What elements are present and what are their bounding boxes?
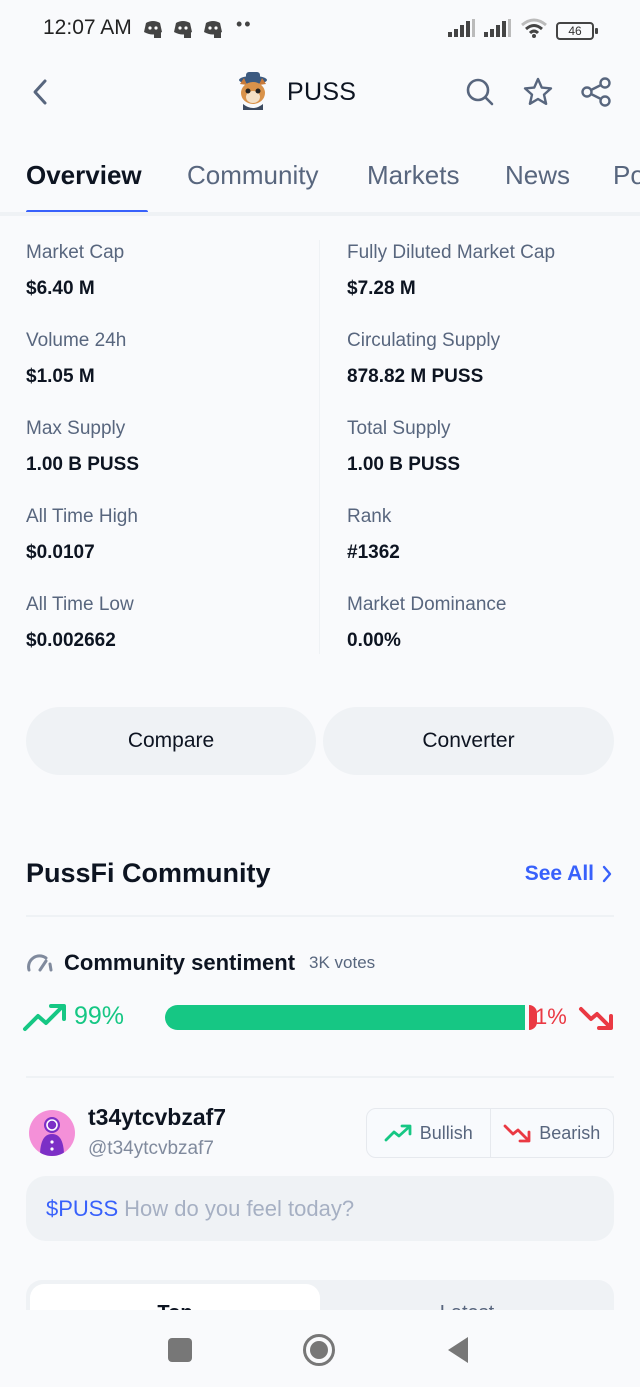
discord-icon (203, 20, 223, 38)
stat-rank: Rank #1362 (347, 506, 400, 564)
stat-label: Circulating Supply (347, 330, 501, 351)
divider (26, 915, 614, 917)
stat-label: Market Cap (26, 242, 125, 263)
system-back-button[interactable] (438, 1332, 478, 1368)
bearish-button[interactable]: Bearish (489, 1109, 614, 1157)
stat-circulating-supply: Circulating Supply 878.82 M PUSS (347, 330, 500, 388)
stat-value: $0.0107 (26, 542, 95, 563)
recents-button[interactable] (160, 1332, 200, 1368)
vote-count: 3K votes (309, 953, 376, 972)
wifi-icon (520, 18, 548, 43)
user-handle: @t34ytcvbzaf7 (88, 1138, 214, 1159)
search-icon (466, 78, 494, 106)
tab-news[interactable]: News (505, 160, 570, 191)
battery-icon: 46 (556, 21, 598, 40)
stat-value: 1.00 B PUSS (347, 454, 460, 475)
see-all-link[interactable]: See All (525, 862, 612, 886)
stat-value: $6.40 M (26, 278, 95, 299)
bullish-button[interactable]: Bullish (367, 1109, 490, 1157)
share-icon (581, 77, 611, 107)
trending-down-icon (503, 1124, 531, 1143)
stats-divider (319, 240, 320, 654)
home-button[interactable] (299, 1332, 339, 1368)
user-name: t34ytcvbzaf7 (88, 1104, 227, 1130)
star-icon (523, 77, 553, 105)
stat-label: Fully Diluted Market Cap (347, 242, 556, 263)
more-notifications-icon: •• (236, 14, 253, 34)
coin-logo (239, 72, 267, 110)
tab-community[interactable]: Community (187, 160, 318, 191)
converter-button[interactable]: Converter (323, 707, 614, 775)
status-bar: 12:07 AM •• 46 (0, 0, 640, 58)
stat-value: 878.82 M PUSS (347, 366, 484, 387)
stat-value: 1.00 B PUSS (26, 454, 139, 475)
watchlist-button[interactable] (520, 74, 556, 110)
gauge-icon (27, 954, 53, 972)
system-nav-bar (0, 1310, 640, 1387)
bullish-percent: 99% (74, 1002, 125, 1030)
stat-label: Volume 24h (26, 330, 127, 351)
bullish-bar-fill (165, 1005, 525, 1030)
stat-value: #1362 (347, 542, 400, 563)
chevron-right-icon (602, 865, 612, 883)
bullish-label: Bullish (419, 1122, 473, 1143)
active-tab-indicator (26, 210, 148, 212)
status-time: 12:07 AM (43, 16, 132, 39)
post-input[interactable]: $PUSS How do you feel today? (26, 1176, 614, 1241)
see-all-label: See All (524, 862, 594, 885)
stat-volume-24h: Volume 24h $1.05 M (26, 330, 126, 388)
home-circle-icon (303, 1334, 335, 1366)
square-icon (168, 1338, 192, 1362)
signal-icon (484, 19, 512, 42)
sentiment-title: Community sentiment (64, 950, 296, 975)
back-button[interactable] (24, 74, 56, 110)
share-button[interactable] (578, 74, 614, 110)
trending-down-icon (579, 1007, 613, 1030)
stat-max-supply: Max Supply 1.00 B PUSS (26, 418, 139, 476)
trending-up-icon (23, 1004, 66, 1031)
avatar[interactable] (29, 1110, 75, 1156)
tab-markets[interactable]: Markets (367, 160, 459, 191)
stat-label: Max Supply (26, 418, 126, 439)
sentiment-header: Community sentiment 3K votes (26, 950, 375, 976)
discord-icon (173, 20, 193, 38)
stat-value: $0.002662 (26, 630, 116, 651)
post-placeholder: How do you feel today? (124, 1195, 355, 1221)
stat-fully-diluted-market-cap: Fully Diluted Market Cap $7.28 M (347, 242, 555, 300)
trending-up-icon (384, 1124, 412, 1142)
tab-bar: Overview Community Markets News Po (0, 150, 640, 216)
stat-all-time-high: All Time High $0.0107 (26, 506, 138, 564)
sentiment-bar: 99% 1% (22, 998, 618, 1038)
stat-total-supply: Total Supply 1.00 B PUSS (347, 418, 460, 476)
page-title: PUSS (287, 77, 357, 106)
user-avatar-icon (40, 1117, 64, 1156)
coin-tag: $PUSS (46, 1195, 119, 1221)
stat-label: Market Dominance (347, 594, 507, 615)
stat-value: $7.28 M (347, 278, 416, 299)
tab-portfolio[interactable]: Po (613, 160, 640, 191)
stat-value: $1.05 M (26, 366, 95, 387)
sentiment-vote-group: Bullish Bearish (366, 1108, 614, 1158)
compare-button[interactable]: Compare (26, 707, 316, 775)
stat-market-dominance: Market Dominance 0.00% (347, 594, 506, 652)
stat-label: All Time Low (26, 594, 134, 615)
discord-icon (143, 20, 163, 38)
stat-value: 0.00% (347, 630, 401, 651)
stat-label: All Time High (26, 506, 138, 527)
bearish-percent: 1% (535, 1004, 567, 1029)
bearish-label: Bearish (539, 1122, 601, 1143)
search-button[interactable] (462, 74, 498, 110)
community-section-title: PussFi Community (26, 858, 271, 888)
stat-label: Rank (347, 506, 392, 527)
tab-overview[interactable]: Overview (26, 160, 142, 191)
divider (26, 1076, 614, 1078)
stat-label: Total Supply (347, 418, 451, 439)
chevron-left-icon (33, 79, 47, 105)
stat-market-cap: Market Cap $6.40 M (26, 242, 124, 300)
signal-icon (448, 19, 476, 42)
app-header: PUSS (0, 62, 640, 122)
stats-grid: Market Cap $6.40 M Volume 24h $1.05 M Ma… (0, 238, 640, 658)
triangle-back-icon (448, 1337, 468, 1363)
stat-all-time-low: All Time Low $0.002662 (26, 594, 134, 652)
